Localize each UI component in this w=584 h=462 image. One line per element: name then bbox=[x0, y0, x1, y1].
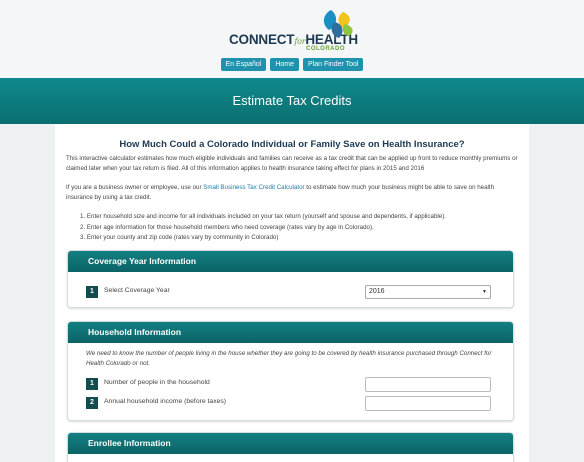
step-item: 1. Enter household size and income for a… bbox=[80, 213, 446, 220]
household-size-input[interactable] bbox=[365, 377, 491, 392]
coverage-year-header: Coverage Year Information bbox=[68, 251, 513, 272]
household-income-input[interactable] bbox=[365, 396, 491, 411]
page-title: Estimate Tax Credits bbox=[232, 93, 352, 108]
household-income-label: Annual household income (before taxes) bbox=[104, 398, 227, 405]
connect-for-health-logo[interactable]: CONNECTforHEALTH COLORADO bbox=[229, 10, 358, 52]
logo-state: COLORADO bbox=[306, 46, 345, 52]
household-header: Household Information bbox=[68, 322, 513, 343]
instruction-steps: 1. Enter household size and income for a… bbox=[80, 212, 446, 244]
coverage-year-select[interactable]: 2016 ▼ bbox=[365, 285, 491, 299]
business-paragraph: If you are a business owner or employee,… bbox=[66, 184, 495, 201]
nav-en-espanol-button[interactable]: En Español bbox=[220, 58, 267, 71]
step-number-badge: 1 bbox=[86, 286, 98, 298]
step-number-badge: 1 bbox=[86, 378, 98, 390]
aspen-leaf-icon bbox=[323, 10, 353, 41]
nav-home-button[interactable]: Home bbox=[270, 58, 300, 71]
coverage-year-card: Coverage Year Information 1 Select Cover… bbox=[67, 250, 514, 308]
enrollee-header: Enrollee Information bbox=[68, 433, 513, 454]
step-item: 3. Enter your county and zip code (rates… bbox=[80, 234, 279, 241]
step-item: 2. Enter age information for those house… bbox=[80, 223, 374, 231]
step-number-badge: 2 bbox=[86, 397, 98, 409]
intro-paragraph: This interactive calculator estimates ho… bbox=[66, 155, 518, 172]
household-note: We need to know the number of people liv… bbox=[86, 350, 492, 367]
chevron-down-icon: ▼ bbox=[482, 289, 487, 295]
enrollee-card: Enrollee Information bbox=[67, 432, 514, 462]
page-banner: Estimate Tax Credits bbox=[0, 78, 584, 124]
household-card: Household Information We need to know th… bbox=[67, 321, 514, 421]
site-header: CONNECTforHEALTH COLORADO En Español Hom… bbox=[0, 0, 584, 78]
calculator-heading: How Much Could a Colorado Individual or … bbox=[119, 139, 465, 150]
household-size-label: Number of people in the household bbox=[104, 379, 210, 386]
coverage-year-label: Select Coverage Year bbox=[104, 287, 170, 294]
top-nav: En Español Home Plan Finder Tool bbox=[0, 58, 584, 71]
small-business-calculator-link[interactable]: Small Business Tax Credit Calculator bbox=[203, 184, 304, 191]
nav-plan-finder-button[interactable]: Plan Finder Tool bbox=[303, 58, 364, 71]
